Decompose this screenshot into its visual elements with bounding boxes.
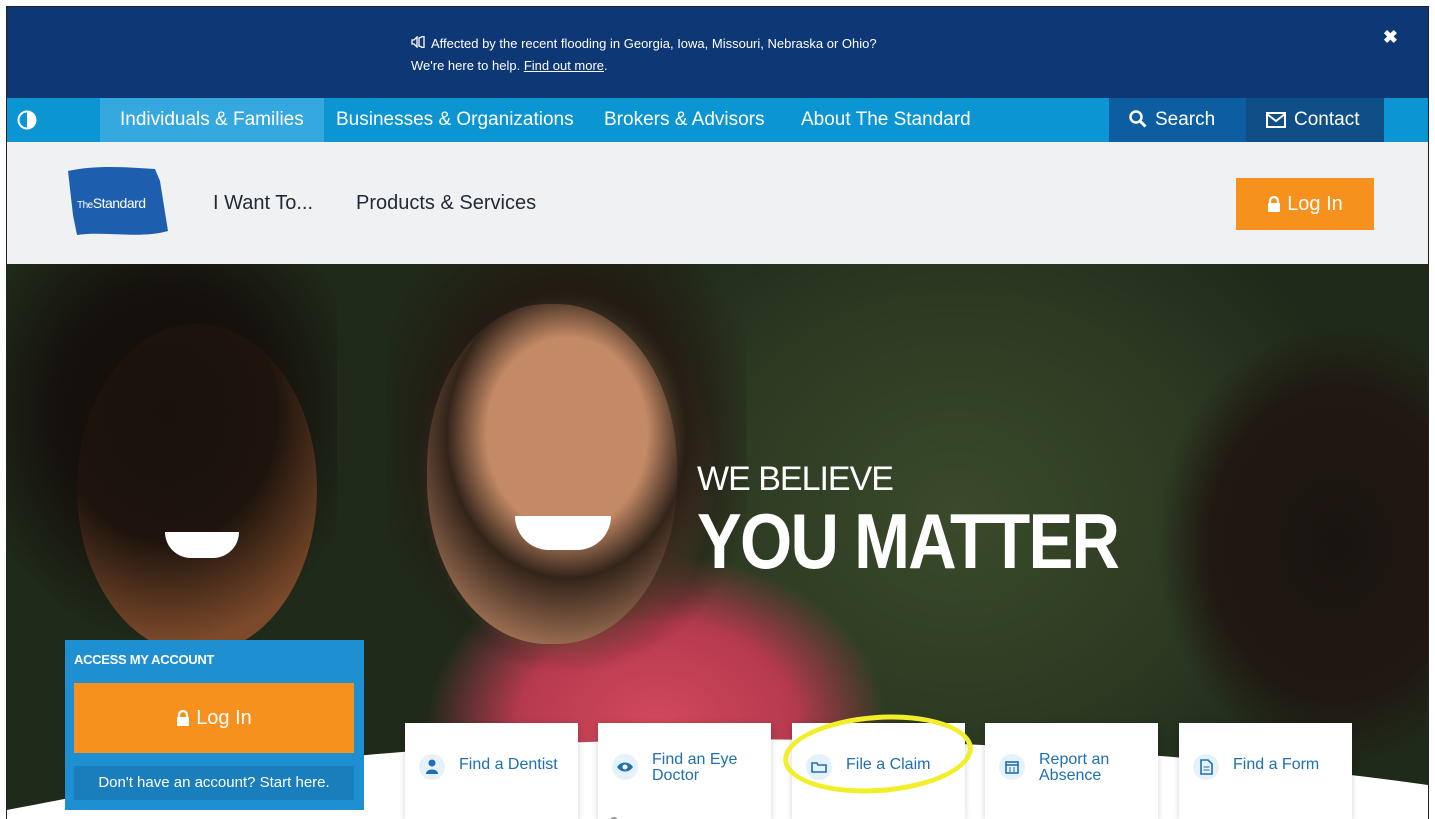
logo-standard: Standard <box>92 195 146 211</box>
eye-icon <box>612 754 638 780</box>
account-login-label: Log In <box>196 707 252 729</box>
header-login-button[interactable]: Log In <box>1236 178 1374 230</box>
lock-icon <box>177 709 190 726</box>
browser-frame: Affected by the recent flooding in Georg… <box>6 6 1429 819</box>
quick-link-label-line2: Doctor <box>652 767 700 784</box>
quick-link-label-line2: Absence <box>1039 767 1102 784</box>
quick-link-report-absence[interactable]: Report an Absence <box>985 723 1158 819</box>
quick-link-find-eye-doctor[interactable]: Find an Eye Doctor <box>598 723 771 819</box>
search-icon <box>1129 110 1147 128</box>
hero-title-small: WE BELIEVE <box>697 460 894 498</box>
hero-hair-center <box>387 264 747 724</box>
logo-the: The <box>77 200 93 211</box>
quick-link-label: Find a Form <box>1233 756 1320 773</box>
header-login-label: Log In <box>1287 193 1343 215</box>
alert-banner: Affected by the recent flooding in Georg… <box>7 7 1428 98</box>
alert-line1: Affected by the recent flooding in Georg… <box>431 36 877 51</box>
alert-period: . <box>604 58 608 73</box>
megaphone-icon <box>411 33 427 55</box>
lock-icon <box>1268 195 1281 212</box>
site-header: TheStandard I Want To... Products & Serv… <box>7 142 1428 264</box>
nav-brokers-advisors[interactable]: Brokers & Advisors <box>604 98 765 142</box>
search-button[interactable]: Search <box>1109 98 1246 142</box>
create-account-link[interactable]: Don't have an account? Start here. <box>74 766 354 800</box>
quick-link-label: Find a Dentist <box>459 756 558 773</box>
dentist-icon <box>419 754 445 780</box>
account-login-button[interactable]: Log In <box>74 683 354 753</box>
contact-button[interactable]: Contact <box>1246 98 1384 142</box>
quick-link-label: Find an Eye Doctor <box>652 752 737 784</box>
alert-line2: We're here to help. <box>411 58 521 73</box>
hero-title-large: YOU MATTER <box>697 497 1120 585</box>
quick-link-label-line1: Report an <box>1039 751 1110 768</box>
access-account-panel: ACCESS MY ACCOUNT Log In Don't have an a… <box>65 640 364 810</box>
find-out-more-link[interactable]: Find out more <box>524 58 604 73</box>
access-account-title: ACCESS MY ACCOUNT <box>74 652 215 667</box>
quick-link-find-dentist[interactable]: Find a Dentist <box>405 723 578 819</box>
quick-link-label: Report an Absence <box>1039 752 1109 784</box>
search-label: Search <box>1155 109 1216 130</box>
close-icon[interactable]: ✖ <box>1383 27 1398 48</box>
document-icon <box>1193 754 1219 780</box>
contrast-toggle-icon[interactable] <box>17 110 37 130</box>
top-navigation: Individuals & Families Businesses & Orga… <box>7 98 1428 142</box>
logo-wordmark: TheStandard <box>77 195 146 211</box>
quick-link-find-form[interactable]: Find a Form <box>1179 723 1352 819</box>
i-want-to-menu[interactable]: I Want To... <box>213 192 313 215</box>
hero-hair-left <box>7 264 337 684</box>
products-services-menu[interactable]: Products & Services <box>356 192 536 215</box>
envelope-icon <box>1266 112 1286 128</box>
nav-about-the-standard[interactable]: About The Standard <box>801 98 971 142</box>
contact-label: Contact <box>1294 109 1360 130</box>
quick-link-label-line1: Find an Eye <box>652 751 738 768</box>
nav-individuals-families[interactable]: Individuals & Families <box>100 98 324 142</box>
calendar-icon <box>999 754 1025 780</box>
alert-message: Affected by the recent flooding in Georg… <box>411 33 877 77</box>
nav-businesses-organizations[interactable]: Businesses & Organizations <box>336 98 574 142</box>
